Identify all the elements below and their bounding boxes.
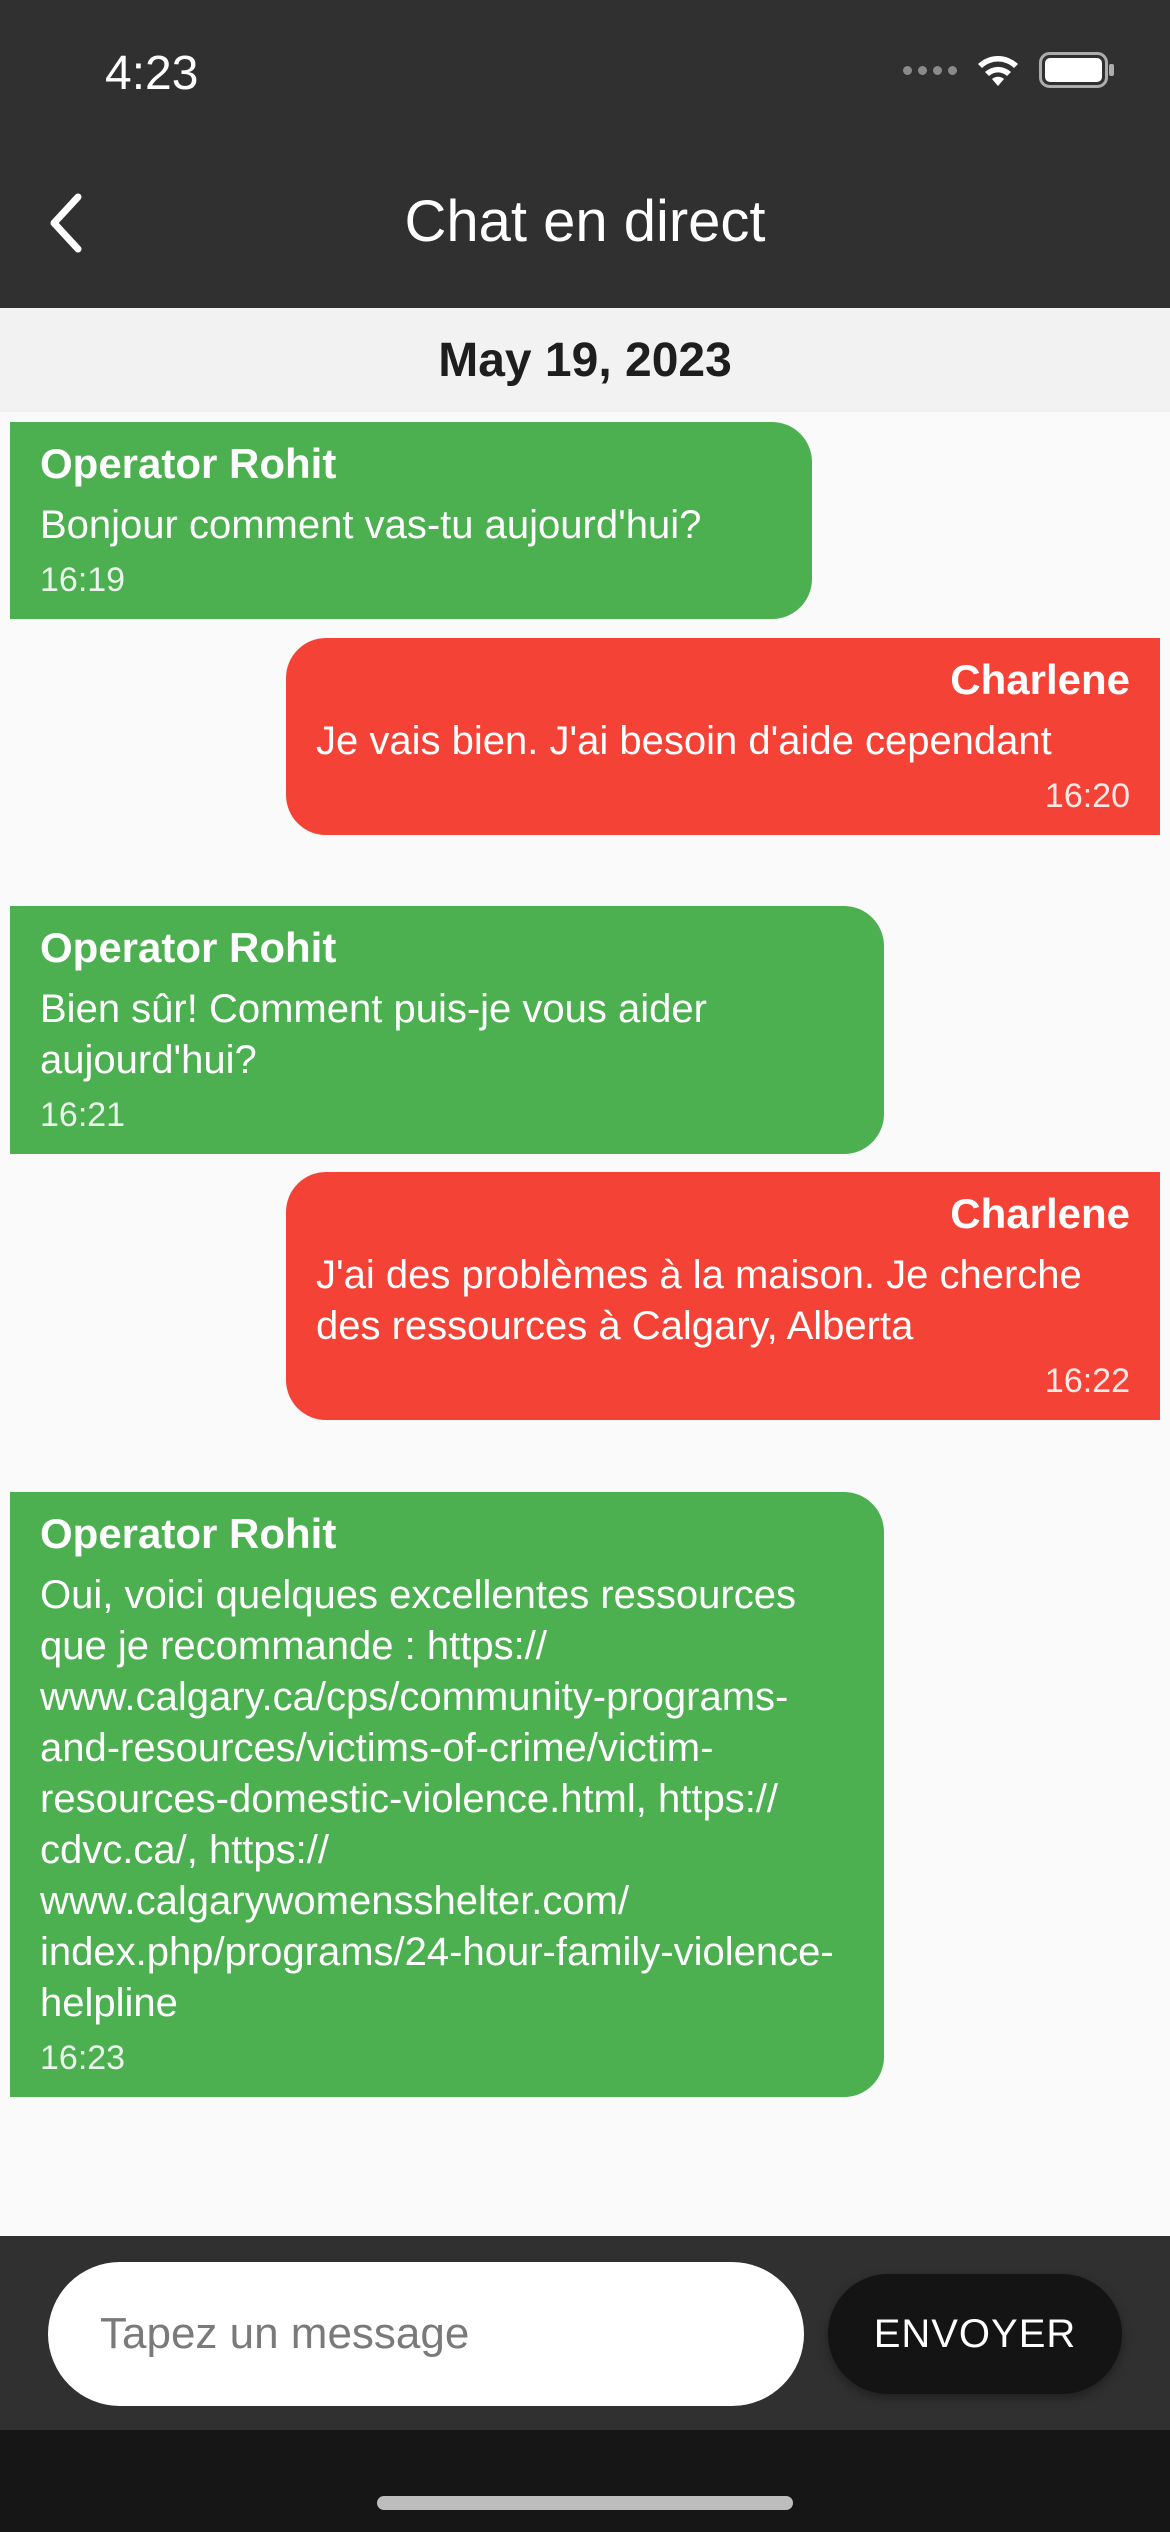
message-time: 16:19 [40,561,126,599]
message-time: 16:22 [1044,1362,1130,1400]
message-time: 16:21 [40,1096,126,1134]
date-strip: May 19, 2023 [0,308,1170,412]
app-header: 4:23 Chat en direct [0,0,1170,308]
message-time: 16:23 [40,2039,126,2077]
message-sender: Charlene [950,1190,1130,1237]
signal-dots-icon [903,65,957,75]
message-sender: Operator Rohit [40,924,337,971]
message-sender: Operator Rohit [40,440,337,487]
home-indicator[interactable] [377,2496,793,2510]
message-text: Oui, voici quelques excellentes ressourc… [40,1573,834,2025]
wifi-icon [978,56,1018,86]
message-text: J'ai des problèmes à la maison. Je cherc… [316,1253,1082,1348]
message-text: Je vais bien. J'ai besoin d'aide cependa… [316,719,1052,763]
message-text: Bonjour comment vas-tu aujourd'hui? [40,503,702,547]
send-button[interactable]: ENVOYER [828,2274,1122,2394]
message-bubble-operator: Operator Rohit Oui, voici quelques excel… [10,1492,884,2097]
message-bubble-operator: Operator Rohit Bien sûr! Comment puis-je… [10,906,884,1154]
message-input[interactable] [98,2308,804,2360]
message-bubble-user: Charlene J'ai des problèmes à la maison.… [286,1172,1160,1420]
date-header: May 19, 2023 [438,333,732,387]
message-text: Bien sûr! Comment puis-je vous aider auj… [40,987,707,1082]
message-bubble-operator: Operator Rohit Bonjour comment vas-tu au… [10,422,812,619]
page-title: Chat en direct [404,189,766,254]
status-time: 4:23 [105,47,199,100]
message-time: 16:20 [1044,777,1130,815]
composer-bar: ENVOYER [0,2236,1170,2430]
battery-icon [1039,52,1114,88]
message-input-container[interactable] [48,2262,804,2406]
status-icons [903,52,1115,88]
message-sender: Operator Rohit [40,1510,337,1557]
message-sender: Charlene [950,656,1130,703]
home-area [0,2430,1170,2532]
message-bubble-user: Charlene Je vais bien. J'ai besoin d'aid… [286,638,1160,835]
